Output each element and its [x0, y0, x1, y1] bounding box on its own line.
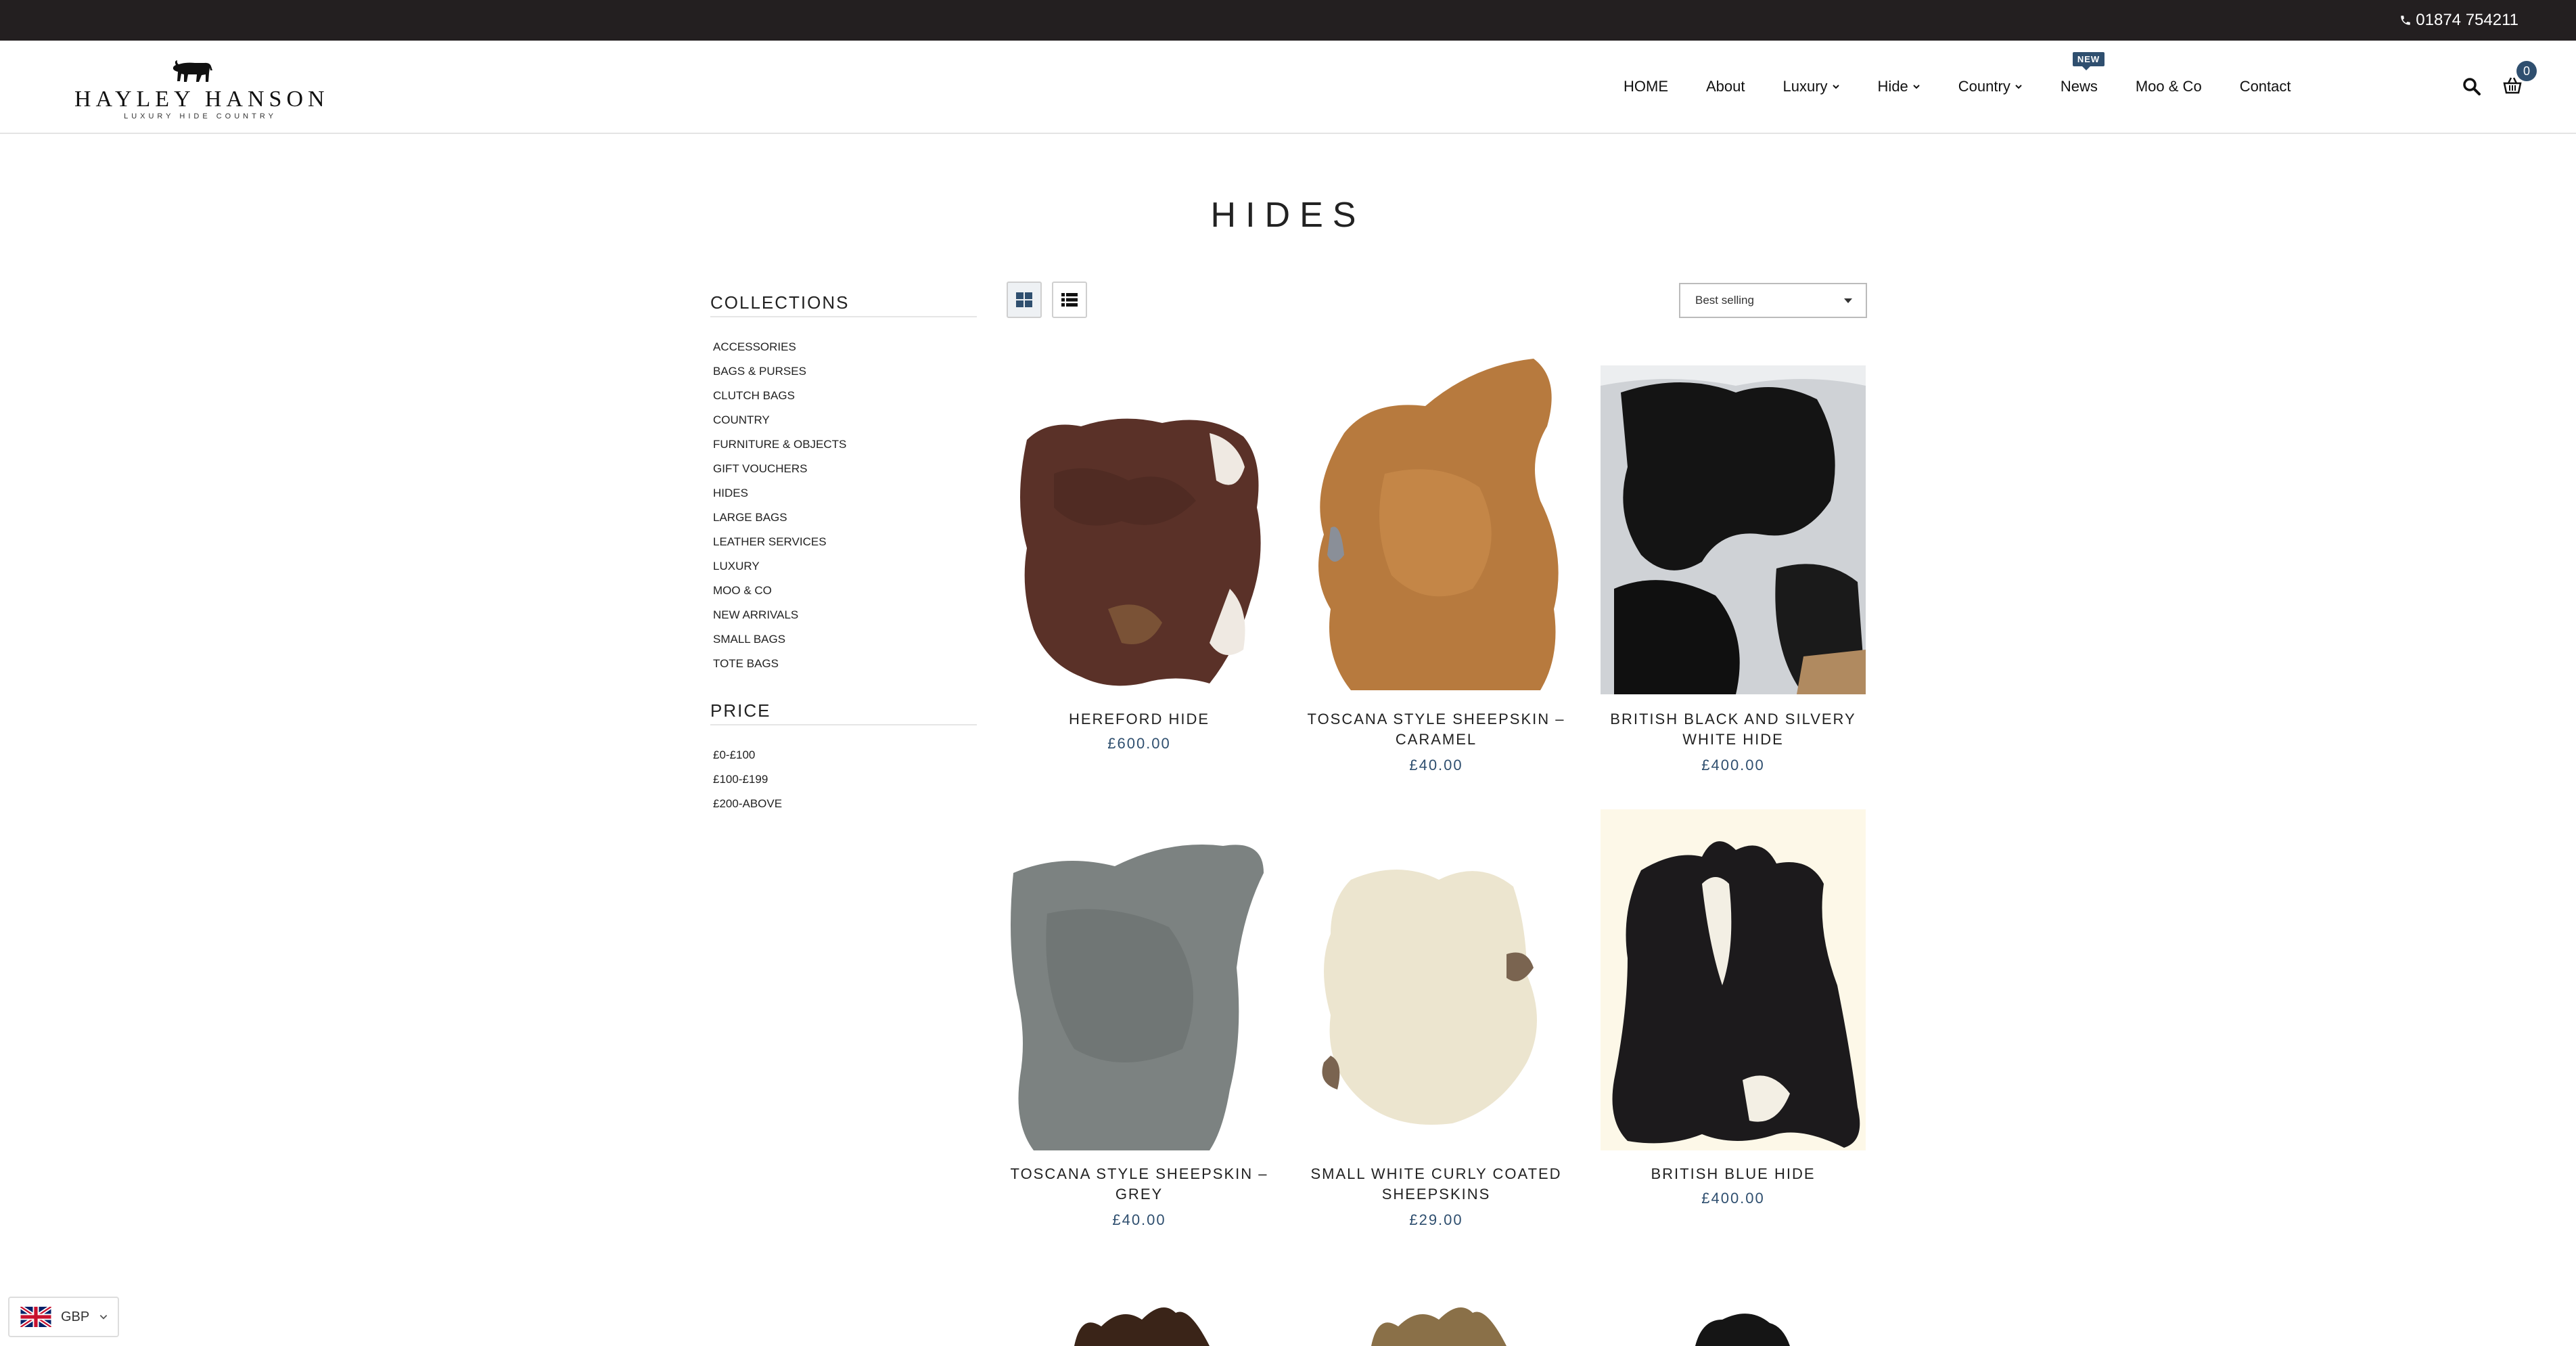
collection-link[interactable]: LARGE BAGS	[713, 506, 977, 530]
product-image-partial[interactable]	[1601, 1299, 1866, 1346]
collection-link[interactable]: GIFT VOUCHERS	[713, 457, 977, 481]
brand-tagline: LUXURY HIDE COUNTRY	[124, 112, 277, 120]
product-image[interactable]	[1304, 832, 1569, 1150]
white-curly-sheepskin-image	[1304, 832, 1569, 1150]
nav-hide-label: Hide	[1877, 78, 1908, 95]
collection-link[interactable]: ACCESSORIES	[713, 335, 977, 359]
collections-heading: COLLECTIONS	[710, 292, 977, 317]
caret-down-icon	[1844, 298, 1852, 303]
nav-home-label: HOME	[1624, 78, 1668, 95]
product-title[interactable]: TOSCANA STYLE SHEEPSKIN – GREY	[1007, 1164, 1272, 1205]
grey-sheepskin-image	[1007, 832, 1272, 1150]
main-nav: HOME About Luxury Hide Country NEW News …	[1624, 41, 2329, 133]
collection-link[interactable]: MOO & CO	[713, 579, 977, 603]
price-heading: PRICE	[710, 700, 977, 725]
caramel-sheepskin-image	[1304, 352, 1569, 694]
collection-link[interactable]: HIDES	[713, 481, 977, 506]
hide-image-partial	[1074, 1307, 1210, 1346]
hereford-hide-image	[1007, 365, 1272, 694]
nav-news[interactable]: NEW News	[2060, 52, 2105, 95]
nav-about-label: About	[1706, 78, 1745, 95]
nav-hide[interactable]: Hide	[1878, 78, 1920, 95]
filter-sidebar: COLLECTIONS ACCESSORIES BAGS & PURSES CL…	[710, 292, 977, 816]
nav-moo-co[interactable]: Moo & Co	[2136, 78, 2202, 95]
collection-link[interactable]: NEW ARRIVALS	[713, 603, 977, 627]
cart-button[interactable]: 0	[2503, 60, 2537, 98]
chevron-down-icon	[2015, 85, 2022, 89]
site-header: HAYLEY HANSON LUXURY HIDE COUNTRY HOME A…	[0, 41, 2576, 134]
product-title[interactable]: BRITISH BLACK AND SILVERY WHITE HIDE	[1601, 709, 1866, 750]
sort-selected-value: Best selling	[1695, 294, 1754, 307]
black-silvery-hide-image	[1601, 365, 1866, 694]
collection-link[interactable]: TOTE BAGS	[713, 652, 977, 676]
search-icon[interactable]	[2462, 77, 2481, 96]
nav-luxury[interactable]: Luxury	[1783, 78, 1840, 95]
british-blue-hide-image	[1601, 809, 1866, 1150]
collection-link[interactable]: LEATHER SERVICES	[713, 530, 977, 554]
phone-text: 01874 754211	[2416, 11, 2518, 29]
list-icon	[1061, 293, 1078, 307]
new-badge: NEW	[2072, 52, 2105, 70]
product-title[interactable]: SMALL WHITE CURLY COATED SHEEPSKINS	[1304, 1164, 1569, 1205]
product-image[interactable]	[1007, 365, 1272, 694]
product-title[interactable]: HEREFORD HIDE	[1007, 709, 1272, 730]
collection-link[interactable]: SMALL BAGS	[713, 627, 977, 652]
nav-news-label: News	[2060, 78, 2098, 95]
collections-list: ACCESSORIES BAGS & PURSES CLUTCH BAGS CO…	[713, 335, 977, 676]
chevron-down-icon	[1832, 85, 1839, 89]
nav-moo-label: Moo & Co	[2135, 78, 2202, 95]
collection-link[interactable]: BAGS & PURSES	[713, 359, 977, 384]
product-image-partial[interactable]	[1007, 1299, 1272, 1346]
product-image-partial[interactable]	[1304, 1299, 1569, 1346]
collection-link[interactable]: COUNTRY	[713, 408, 977, 432]
nav-luxury-label: Luxury	[1782, 78, 1828, 95]
price-filter-link[interactable]: £0-£100	[713, 743, 977, 767]
product-price: £400.00	[1701, 1190, 1765, 1207]
grid-icon	[1016, 292, 1032, 307]
chevron-down-icon	[1913, 85, 1920, 89]
collection-link[interactable]: LUXURY	[713, 554, 977, 579]
currency-code: GBP	[61, 1309, 90, 1324]
product-title[interactable]: BRITISH BLUE HIDE	[1601, 1164, 1866, 1184]
uk-flag-icon	[20, 1307, 51, 1327]
product-price: £40.00	[1409, 757, 1463, 773]
top-bar: 01874 754211	[0, 0, 2576, 41]
product-image[interactable]	[1304, 352, 1569, 694]
nav-home[interactable]: HOME	[1624, 78, 1668, 95]
brand-name: HAYLEY HANSON	[74, 87, 329, 112]
product-title[interactable]: TOSCANA STYLE SHEEPSKIN – CARAMEL	[1304, 709, 1569, 750]
grid-view-button[interactable]	[1007, 282, 1042, 318]
product-image[interactable]	[1601, 365, 1866, 694]
nav-contact-label: Contact	[2239, 78, 2291, 95]
price-filter-link[interactable]: £100-£199	[713, 767, 977, 792]
price-filter-link[interactable]: £200-ABOVE	[713, 792, 977, 816]
hide-image-partial	[1371, 1307, 1506, 1346]
sort-select[interactable]: Best selling	[1679, 283, 1867, 318]
collection-link[interactable]: FURNITURE & OBJECTS	[713, 432, 977, 457]
brand-logo[interactable]: HAYLEY HANSON LUXURY HIDE COUNTRY	[74, 60, 329, 120]
collection-link[interactable]: CLUTCH BAGS	[713, 384, 977, 408]
cart-count-badge: 0	[2516, 60, 2537, 81]
product-image[interactable]	[1601, 809, 1866, 1150]
product-price: £40.00	[1112, 1211, 1166, 1228]
phone-number[interactable]: 01874 754211	[2399, 0, 2518, 41]
page-title: HIDES	[1210, 196, 1366, 235]
header-actions: 0	[2462, 60, 2537, 106]
price-list: £0-£100 £100-£199 £200-ABOVE	[713, 743, 977, 816]
nav-country-label: Country	[1958, 78, 2010, 95]
chevron-down-icon	[99, 1315, 108, 1320]
product-price: £29.00	[1409, 1211, 1463, 1228]
list-view-button[interactable]	[1052, 282, 1087, 318]
nav-country[interactable]: Country	[1958, 78, 2023, 95]
bull-icon	[172, 60, 212, 82]
product-price: £400.00	[1701, 757, 1765, 773]
product-price: £600.00	[1107, 735, 1171, 752]
hide-image-partial	[1695, 1314, 1790, 1346]
nav-about[interactable]: About	[1706, 78, 1745, 95]
phone-icon	[2401, 16, 2411, 25]
product-image[interactable]	[1007, 832, 1272, 1150]
currency-selector[interactable]: GBP	[8, 1297, 119, 1337]
nav-contact[interactable]: Contact	[2240, 78, 2291, 95]
